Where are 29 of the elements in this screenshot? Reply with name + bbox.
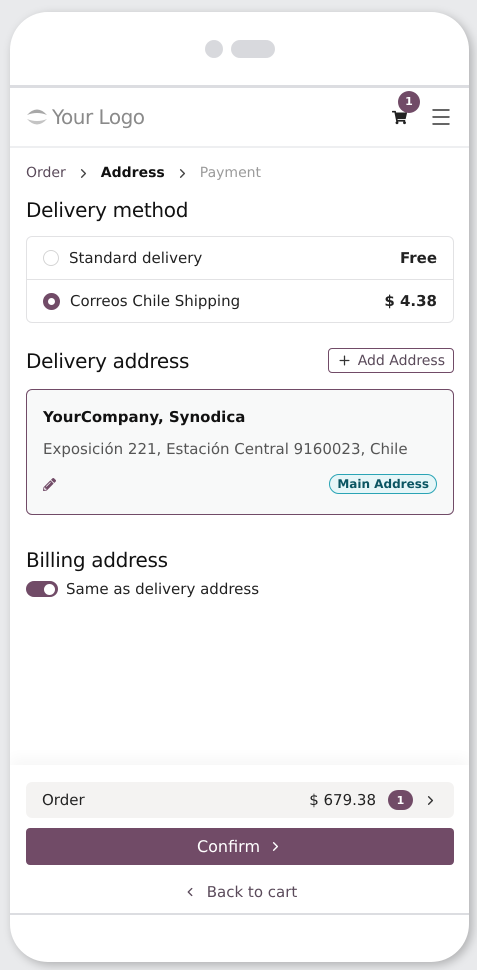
main-address-tag: Main Address bbox=[329, 474, 437, 494]
cart-icon[interactable] bbox=[392, 110, 407, 124]
section-title: Delivery method bbox=[26, 198, 190, 222]
breadcrumb-item: Address bbox=[100, 165, 165, 181]
address-line: Exposición 221, Estación Central 9160023, Chile bbox=[43, 440, 409, 458]
breadcrumb-item[interactable]: Order bbox=[26, 165, 66, 181]
pencil-icon[interactable] bbox=[43, 478, 56, 490]
speaker-pill bbox=[230, 40, 274, 58]
item-count: 1 bbox=[388, 790, 413, 810]
add-address-button[interactable]: Add Address bbox=[328, 348, 454, 373]
section-title: Delivery address bbox=[26, 348, 190, 372]
address-name: YourCompany, Synodica bbox=[43, 408, 246, 426]
logo-icon bbox=[26, 108, 48, 126]
camera-dot bbox=[204, 40, 222, 58]
toggle-switch[interactable] bbox=[26, 581, 58, 597]
option-label[interactable]: Standard delivery bbox=[69, 249, 400, 267]
order-summary-button[interactable]: Order $ 679.38 1 bbox=[26, 782, 454, 818]
plus-icon bbox=[336, 353, 352, 368]
option-label[interactable]: Correos Chile Shipping bbox=[70, 292, 384, 310]
option-price: $ 4.38 bbox=[384, 292, 437, 310]
toggle-label[interactable]: Same as delivery address bbox=[66, 580, 260, 598]
option-price: Free bbox=[400, 249, 437, 267]
section-title: Billing address bbox=[26, 548, 169, 572]
address-card[interactable]: YourCompany, Synodica Exposición 221, Estación Central 9160023, Chile Main Address bbox=[26, 389, 454, 515]
breadcrumb-item: Payment bbox=[200, 165, 262, 181]
back-to-cart-link[interactable]: Back to cart bbox=[182, 883, 298, 901]
radio-button[interactable] bbox=[43, 292, 60, 310]
confirm-button[interactable]: Confirm bbox=[26, 828, 454, 865]
cart-count: 1 bbox=[398, 90, 420, 112]
